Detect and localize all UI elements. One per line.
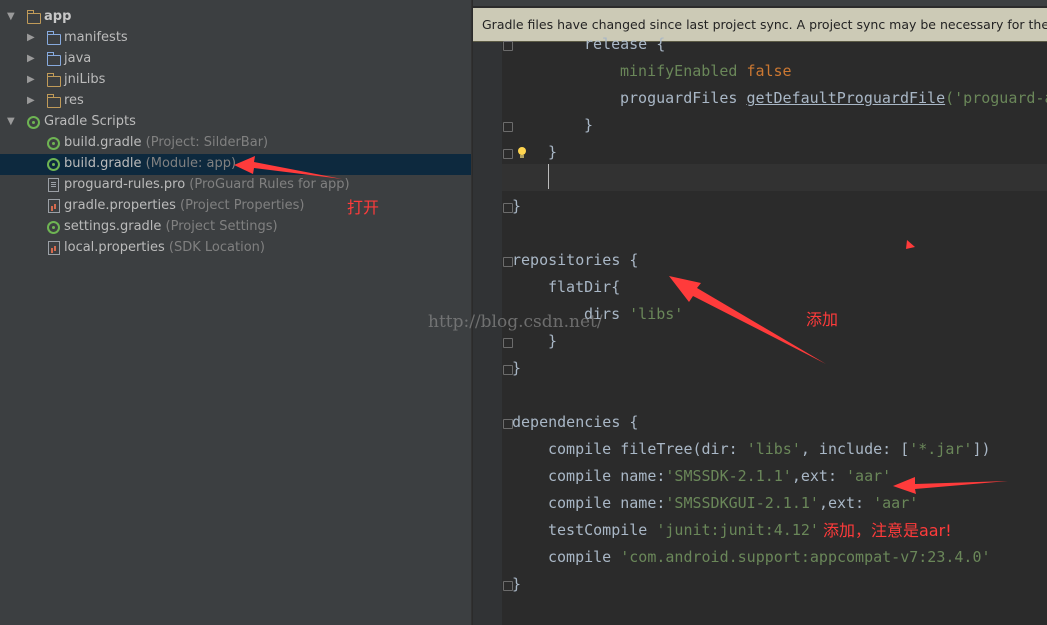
annotation-arrows [234, 156, 1008, 494]
annotation-arrow-open [234, 156, 342, 179]
annotation-arrow-aar [893, 477, 1008, 494]
annotation-arrow-add [669, 276, 826, 364]
annotation-marker [906, 240, 915, 249]
